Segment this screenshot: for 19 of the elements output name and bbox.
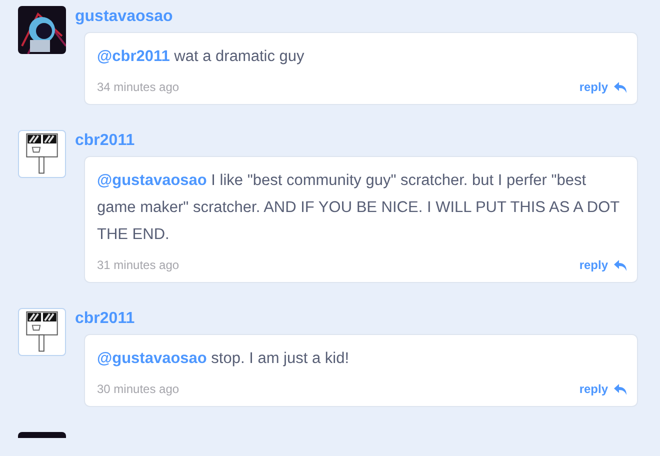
reply-arrow-icon [614, 82, 627, 92]
avatar-sign-drawing [18, 308, 66, 356]
avatar-sign-drawing [18, 130, 66, 178]
reply-arrow-icon [614, 384, 627, 394]
reply-arrow-icon [614, 260, 627, 270]
reply-button[interactable]: reply [579, 258, 627, 272]
comment-text: @gustavaosao stop. I am just a kid! [97, 349, 350, 369]
avatar-picture [18, 432, 66, 438]
comment-text: @gustavaosao I like "best community guy" scratcher. but I perfer "best game maker" scratcher. AND IF YOU BE NICE. I WILL PUT THIS AS A DOT THE END. [97, 171, 620, 245]
username-link[interactable]: cbr2011 [75, 132, 638, 150]
username-link[interactable]: gustavaosao [75, 8, 638, 26]
comment-text: @cbr2011 wat a dramatic guy [97, 47, 306, 67]
timestamp: 30 minutes ago [97, 382, 180, 396]
username-link[interactable]: cbr2011 [75, 310, 638, 328]
reply-button[interactable]: reply [579, 80, 627, 94]
reply-button[interactable]: reply [579, 382, 627, 396]
avatar-picture [18, 6, 66, 54]
timestamp: 31 minutes ago [97, 258, 180, 272]
timestamp: 34 minutes ago [97, 80, 180, 94]
